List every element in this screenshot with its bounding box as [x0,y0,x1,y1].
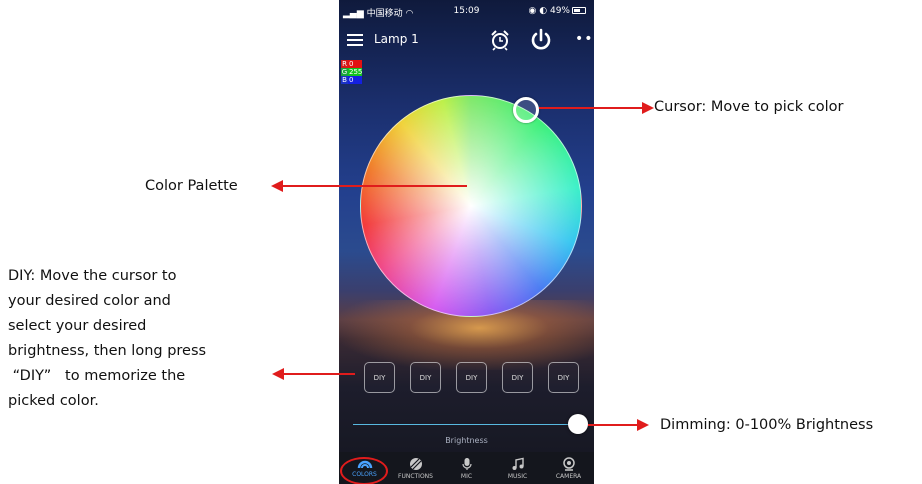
dimming-arrowhead [637,419,649,431]
battery-icon [572,7,586,14]
status-right: ◉ ◐ 49% [529,6,586,16]
diy-arrowhead [272,368,284,380]
rgb-readout: R0 G 255 B0 [341,60,362,84]
diy-annotation-line: brightness, then long press [8,343,207,359]
tab-music-label: MUSIC [507,473,528,480]
tab-functions[interactable]: FUNCTIONS [390,452,441,484]
diy-button-5[interactable]: DIY [548,362,579,393]
striped-circle-icon [409,458,422,470]
diy-annotation-line: select your desired [8,318,147,334]
device-name[interactable]: Lamp 1 [374,32,419,46]
color-wheel[interactable] [360,95,582,317]
battery-percent: 49% [549,6,570,16]
dimming-arrow [588,424,638,426]
tab-music[interactable]: MUSIC [492,452,543,484]
microphone-icon [461,458,472,470]
tab-camera-label: CAMERA [555,473,582,480]
tab-camera[interactable]: CAMERA [543,452,594,484]
diy-button-3[interactable]: DIY [456,362,487,393]
diy-button-1[interactable]: DIY [364,362,395,393]
tab-functions-label: FUNCTIONS [398,473,433,480]
b-value: 0 [348,76,362,84]
status-bar: ▂▄▆ 中国移动 ◠ 15:09 ◉ ◐ 49% [339,0,594,22]
diy-button-row: DIY DIY DIY DIY DIY [364,362,584,394]
r-label: R [341,60,348,68]
diy-annotation-line: “DIY” to memorize the [8,368,186,384]
alarm-clock-icon[interactable] [489,29,511,51]
menu-icon[interactable] [347,32,363,48]
cursor-annotation: Cursor: Move to pick color [654,99,844,115]
palette-arrowhead [271,180,283,192]
palette-arrow [282,185,467,187]
music-note-icon [512,457,524,470]
diy-annotation-line: DIY: Move the cursor to [8,268,177,284]
tab-mic[interactable]: MIC [441,452,492,484]
cursor-arrow [539,107,643,109]
brightness-label: Brightness [445,436,488,445]
b-label: B [341,76,348,84]
diy-arrow [283,373,355,375]
color-cursor[interactable] [513,97,539,123]
diy-button-4[interactable]: DIY [502,362,533,393]
diy-annotation-line: your desired color and [8,293,171,309]
camera-icon [562,457,575,471]
cursor-arrowhead [642,102,654,114]
active-tab-highlight-ring [340,457,388,484]
power-icon[interactable] [529,28,553,52]
palette-annotation: Color Palette [145,178,238,194]
r-value: 0 [348,60,362,68]
diy-annotation-line: picked color. [8,393,99,409]
g-value: 255 [348,68,363,76]
dimming-annotation: Dimming: 0-100% Brightness [660,417,874,433]
g-label: G [341,68,348,76]
brightness-slider-knob[interactable] [568,414,588,434]
brightness-slider-track[interactable] [353,424,579,425]
top-bar: Lamp 1 ••• [339,28,594,52]
tab-mic-label: MIC [460,473,473,480]
more-icon[interactable]: ••• [575,31,594,47]
diy-button-2[interactable]: DIY [410,362,441,393]
diy-annotation: DIY: Move the cursor to your desired col… [8,264,278,414]
